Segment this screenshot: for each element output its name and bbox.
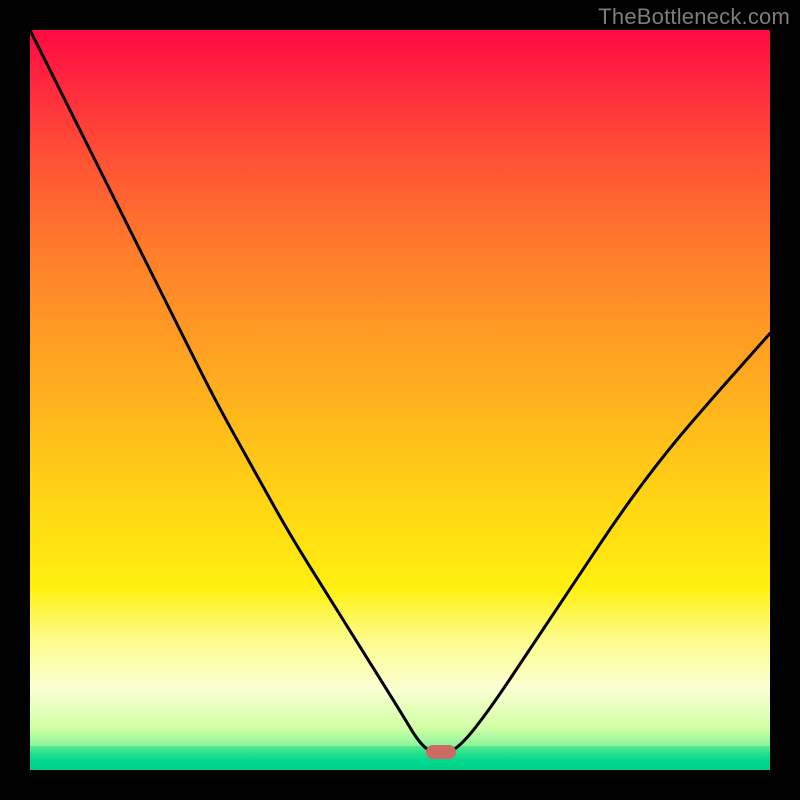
curve-svg [30, 30, 770, 770]
optimal-marker [426, 745, 456, 759]
watermark-text: TheBottleneck.com [598, 4, 790, 30]
plot-area [30, 30, 770, 770]
bottleneck-curve-path [30, 30, 770, 753]
chart-frame: TheBottleneck.com [0, 0, 800, 800]
